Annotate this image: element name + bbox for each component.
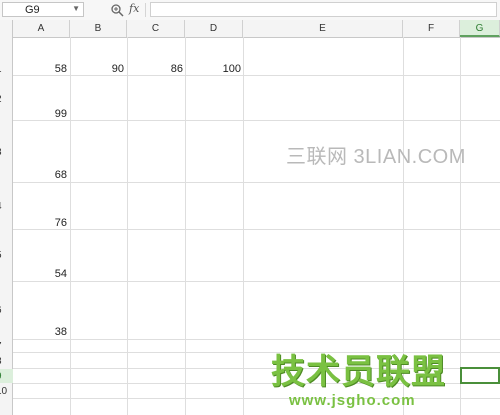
- watermark-3lian: 三联网 3LIAN.COM: [286, 146, 466, 168]
- gridline: [185, 37, 186, 415]
- cell-a2[interactable]: 99: [13, 108, 67, 120]
- gridline: [460, 37, 461, 415]
- cell-a6[interactable]: 38: [13, 326, 67, 338]
- chevron-down-icon[interactable]: ▼: [72, 4, 80, 13]
- gridline: [13, 339, 500, 340]
- row-header-7[interactable]: 7: [0, 341, 8, 352]
- gridline: [13, 182, 500, 183]
- column-header-c[interactable]: C: [127, 20, 185, 37]
- column-header-b[interactable]: B: [70, 20, 127, 37]
- cell-a1[interactable]: 58: [13, 63, 67, 75]
- gridline: [127, 37, 128, 415]
- row-header-6[interactable]: 6: [0, 305, 8, 316]
- gridline: [243, 37, 244, 415]
- gridline: [13, 75, 500, 76]
- row-header-10[interactable]: 10: [0, 386, 8, 397]
- gridline: [13, 229, 500, 230]
- selected-cell-g9[interactable]: [460, 367, 500, 384]
- column-header-f[interactable]: F: [403, 20, 460, 37]
- name-box[interactable]: G9 ▼: [2, 2, 84, 17]
- column-header-a[interactable]: A: [13, 20, 70, 37]
- formula-bar: G9 ▼ fx: [0, 0, 500, 21]
- insert-function-button[interactable]: fx: [129, 2, 139, 15]
- watermark-jsgho-logo: 技术员联盟: [271, 353, 446, 391]
- cell-b1[interactable]: 90: [70, 63, 124, 75]
- gridline: [13, 281, 500, 282]
- gridline: [70, 37, 71, 415]
- column-header-e[interactable]: E: [243, 20, 403, 37]
- column-header-g[interactable]: G: [460, 20, 500, 37]
- name-box-value: G9: [25, 4, 40, 16]
- row-header-5[interactable]: 5: [0, 250, 8, 261]
- watermark-jsgho-url: www.jsgho.com: [289, 392, 416, 409]
- row-header-9[interactable]: 9: [0, 371, 8, 382]
- cell-a4[interactable]: 76: [13, 217, 67, 229]
- divider: [145, 3, 146, 17]
- row-header-1[interactable]: 1: [0, 64, 8, 75]
- cell-a5[interactable]: 54: [13, 268, 67, 280]
- cell-a3[interactable]: 68: [13, 169, 67, 181]
- row-header-2[interactable]: 2: [0, 94, 8, 105]
- cell-d1[interactable]: 100: [185, 63, 241, 75]
- row-header-8[interactable]: 8: [0, 356, 8, 367]
- column-header-d[interactable]: D: [185, 20, 243, 37]
- cell-c1[interactable]: 86: [127, 63, 183, 75]
- row-header-4[interactable]: 4: [0, 201, 8, 212]
- column-header: A B C D E F G: [0, 20, 500, 38]
- gridline: [13, 398, 500, 399]
- formula-input[interactable]: [150, 2, 497, 17]
- row-header-3[interactable]: 3: [0, 147, 8, 158]
- gridline: [13, 120, 500, 121]
- zoom-icon[interactable]: [110, 3, 124, 17]
- row-header: 1 2 3 4 5 6 7 8 9 10: [0, 37, 13, 415]
- select-all-corner[interactable]: [0, 20, 13, 37]
